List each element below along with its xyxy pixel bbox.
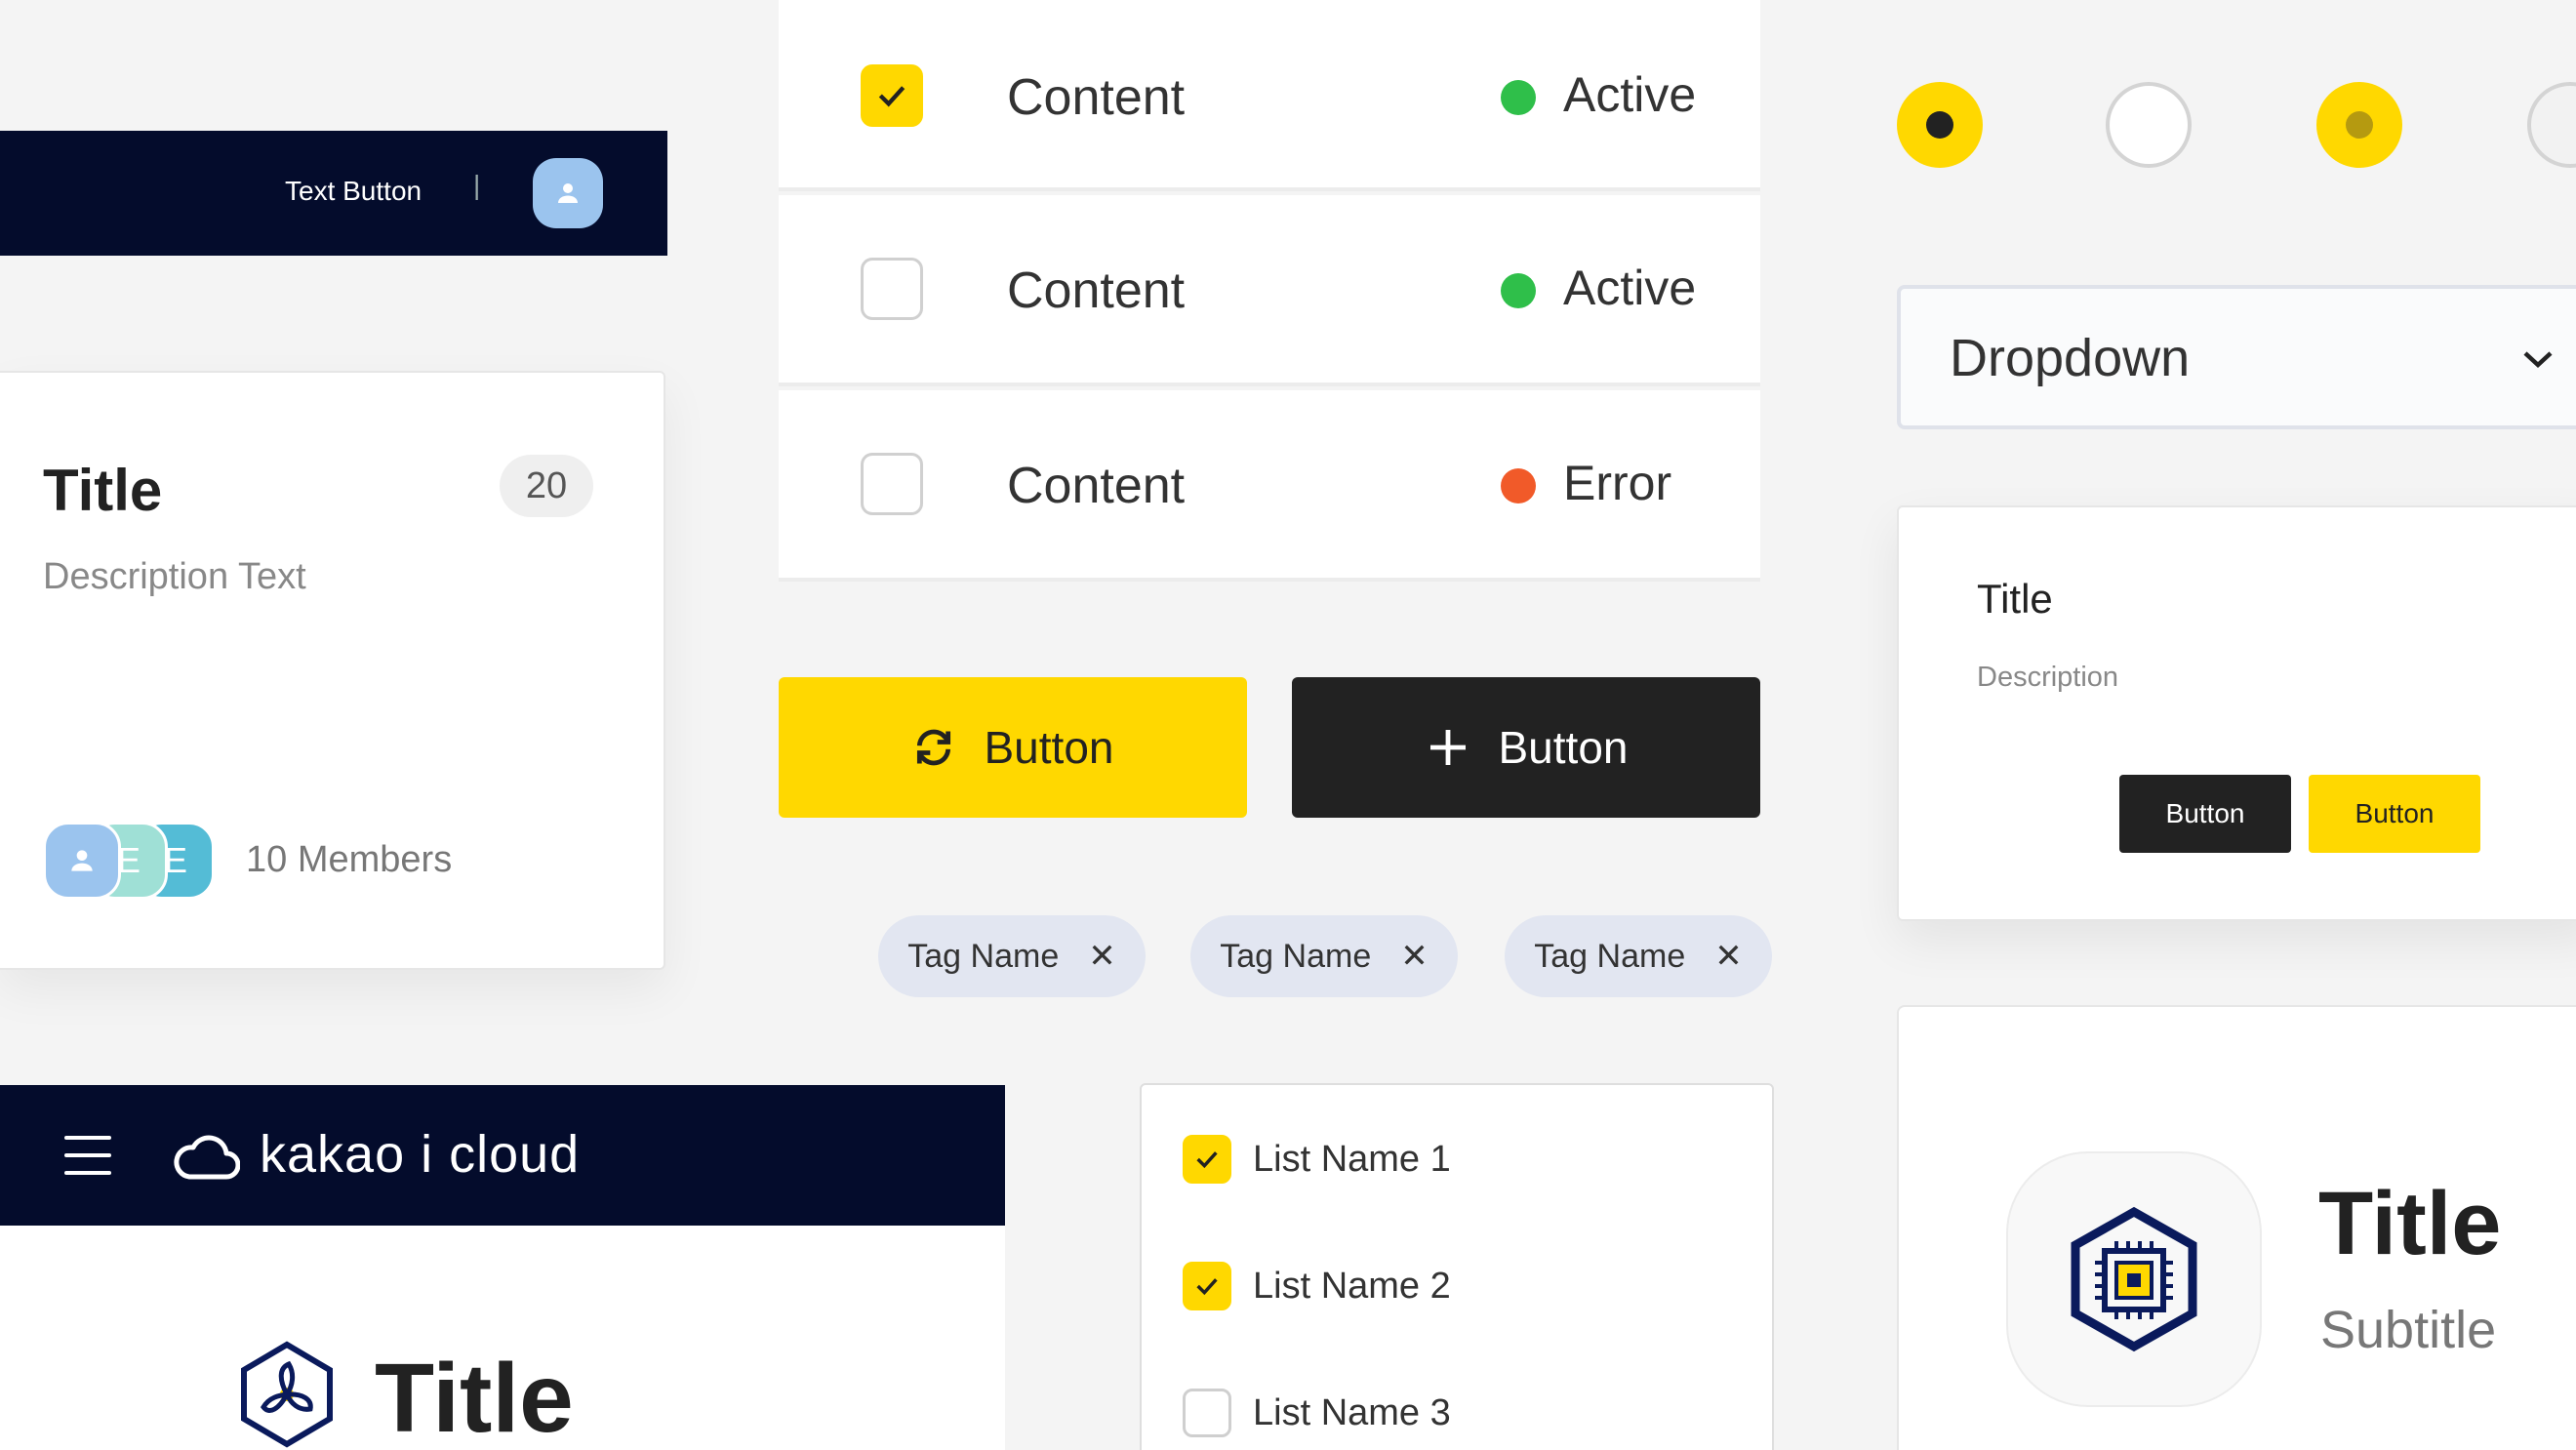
row-content: Content [1007,69,1186,126]
list-checkbox[interactable] [1183,1389,1231,1437]
user-icon [71,850,93,871]
table-row[interactable]: Content Active [779,0,1760,191]
check-icon [878,86,906,107]
tag-chip[interactable]: Tag Name ✕ [878,915,1146,997]
row-checkbox[interactable] [861,64,923,127]
check-icon [1196,1151,1218,1169]
radio-selected-disabled[interactable] [2316,82,2402,168]
members-count: 10 Members [246,839,453,880]
add-button-label: Button [1498,722,1629,773]
propeller-logo-icon [241,1341,333,1448]
count-badge: 20 [500,455,593,517]
service-subtitle: Subtitle [2320,1301,2497,1359]
radio-unselected-disabled[interactable] [2527,82,2576,168]
chip-icon [2071,1206,2197,1352]
close-icon[interactable]: ✕ [1400,937,1429,976]
checkbox-list: List Name 1 List Name 2 List Name 3 [1140,1083,1774,1450]
table-row[interactable]: Content Error [779,390,1760,582]
radio-dot [2346,111,2373,139]
card-title: Title [43,458,163,523]
brand-logo[interactable]: kakao i cloud [260,1124,580,1185]
dropdown-select[interactable]: Dropdown [1897,285,2576,429]
tag-chip[interactable]: Tag Name ✕ [1190,915,1458,997]
list-item[interactable]: List Name 3 [1183,1384,1451,1442]
tag-chip[interactable]: Tag Name ✕ [1505,915,1772,997]
app-panel: Title [0,1226,1005,1450]
dialog-primary-button[interactable]: Button [2119,775,2291,853]
list-item-label: List Name 3 [1253,1391,1451,1433]
tag-label: Tag Name [1534,937,1686,975]
row-content: Content [1007,262,1186,319]
status-label: Active [1563,67,1697,122]
check-icon [1196,1278,1218,1296]
close-icon[interactable]: ✕ [1088,937,1116,976]
list-item[interactable]: List Name 1 [1183,1130,1451,1188]
status-dot [1501,468,1536,503]
radio-dot [1926,111,1953,139]
hamburger-menu-icon[interactable] [64,1136,111,1175]
refresh-button-label: Button [984,722,1114,773]
dialog-card: Title Description Button Button [1897,505,2576,921]
app-header: kakao i cloud [0,1085,1005,1226]
user-avatar[interactable] [533,158,603,228]
tag-label: Tag Name [1220,937,1372,975]
refresh-button[interactable]: Button [779,677,1247,818]
top-header-bar: Text Button | [0,131,667,256]
radio-selected[interactable] [1897,82,1983,168]
row-checkbox[interactable] [861,258,923,320]
row-checkbox[interactable] [861,453,923,515]
table-row[interactable]: Content Active [779,195,1760,386]
content-table: Content Active Content Active Content Er… [779,0,1760,582]
cloud-icon [174,1135,240,1180]
row-content: Content [1007,458,1186,514]
radio-unselected[interactable] [2106,82,2192,168]
list-item[interactable]: List Name 2 [1183,1257,1451,1315]
list-checkbox[interactable] [1183,1262,1231,1310]
plus-icon [1429,730,1466,765]
service-card[interactable]: Title Subtitle [1897,1005,2576,1450]
user-icon [558,183,578,203]
close-icon[interactable]: ✕ [1714,937,1743,976]
dialog-title: Title [1977,576,2053,622]
text-button[interactable]: Text Button [285,176,422,207]
card-description: Description Text [43,556,306,597]
add-button[interactable]: Button [1292,677,1760,818]
header-separator: | [473,170,481,200]
refresh-icon [916,729,950,766]
panel-title: Title [375,1344,574,1450]
app-icon [2006,1151,2262,1407]
dialog-secondary-button[interactable]: Button [2309,775,2480,853]
service-title: Title [2318,1174,2502,1273]
tag-label: Tag Name [907,937,1060,975]
status-dot [1501,273,1536,308]
dialog-description: Description [1977,662,2119,693]
member-avatar [43,822,121,900]
status-label: Error [1563,456,1672,510]
status-dot [1501,80,1536,115]
list-item-label: List Name 2 [1253,1265,1451,1307]
dropdown-label: Dropdown [1950,329,2191,387]
list-item-label: List Name 1 [1253,1138,1451,1180]
chevron-down-icon [2523,351,2553,369]
member-card[interactable]: Title 20 Description Text E E 10 Members [0,371,665,970]
list-checkbox[interactable] [1183,1135,1231,1184]
status-label: Active [1563,261,1697,315]
